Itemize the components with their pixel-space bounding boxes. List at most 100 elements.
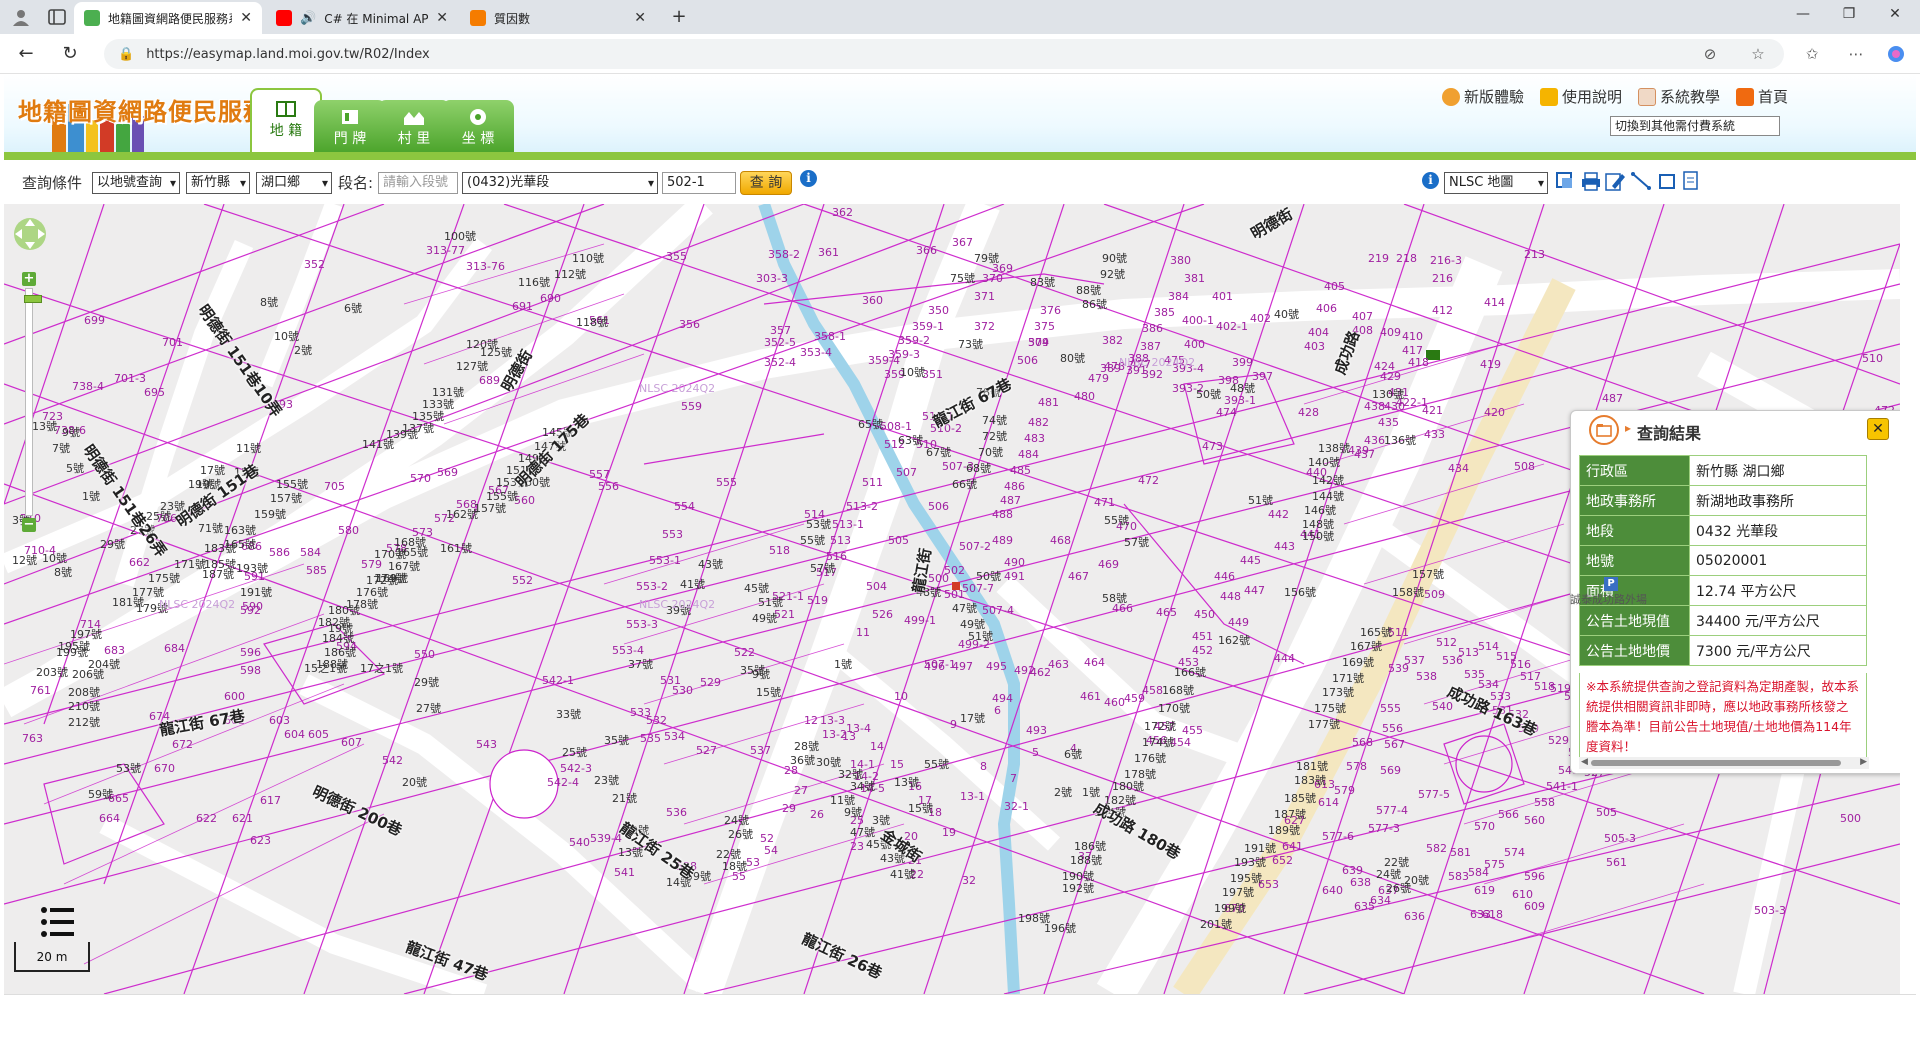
tab-land-registry[interactable]: 地 籍	[250, 88, 322, 152]
parcel-number: 582	[1426, 842, 1447, 855]
house-number: 203號	[36, 666, 68, 679]
house-number: 7號	[52, 442, 70, 455]
print-icon[interactable]	[1580, 170, 1602, 192]
link-tutorial[interactable]: 系統教學	[1637, 86, 1720, 107]
parcel-number: 400-1	[1182, 314, 1214, 327]
parcel-number: 495	[986, 660, 1007, 673]
house-number: 58號	[1102, 592, 1127, 605]
tab-csharp-article[interactable]: 🔊 C# 在 Minimal API 中使用 JW ✕	[266, 2, 458, 34]
header-links: 新版體驗 使用說明 系統教學 首頁	[1441, 86, 1788, 107]
favorites-icon[interactable]: ✩	[1802, 44, 1822, 64]
basemap-select[interactable]: NLSC 地圖	[1444, 172, 1548, 194]
tab-label: 村 里	[397, 131, 431, 147]
scrollbar-thumb[interactable]	[1591, 760, 1841, 766]
link-new-version[interactable]: 新版體驗	[1441, 86, 1524, 107]
query-mode-select[interactable]: 以地號查詢	[92, 172, 180, 194]
copilot-icon[interactable]	[1886, 44, 1906, 64]
cadastral-map[interactable]: 352 313-77 313-76 699 701 701-3 695 738-4 6 9 3 72 3…	[4, 204, 1900, 994]
restore-icon[interactable]: ❐	[1834, 6, 1864, 28]
close-result-button[interactable]: ✕	[1867, 418, 1889, 440]
parcel-number-input[interactable]: 502-1	[662, 172, 736, 194]
close-tab-icon[interactable]: ✕	[634, 10, 646, 26]
house-number: 172號	[1144, 720, 1176, 733]
scroll-left-icon[interactable]: ◀	[1581, 757, 1588, 767]
measure-area-icon[interactable]	[1656, 170, 1678, 192]
back-icon[interactable]: ←	[14, 42, 38, 66]
section-number-input[interactable]: 請輸入段號	[378, 172, 458, 194]
parcel-number: 406	[1316, 302, 1337, 315]
house-number: 13號	[894, 776, 919, 789]
legend-list-icon[interactable]	[38, 904, 78, 940]
close-tab-icon[interactable]: ✕	[436, 10, 448, 26]
scale-text: 20 m	[36, 950, 68, 964]
new-tab-icon[interactable]: +	[664, 6, 694, 28]
link-home[interactable]: 首頁	[1735, 86, 1788, 107]
zoom-out-button[interactable]: −	[22, 518, 36, 532]
measure-distance-icon[interactable]	[1630, 170, 1652, 192]
parcel-number: 386	[1142, 322, 1163, 335]
edit-icon[interactable]	[1604, 170, 1626, 192]
parcel-number: 574	[1504, 846, 1525, 859]
parcel-number: 472	[1138, 474, 1159, 487]
profile-icon[interactable]	[10, 6, 32, 28]
minimize-icon[interactable]: —	[1788, 6, 1818, 28]
close-window-icon[interactable]: ✕	[1880, 6, 1910, 28]
zoom-handle[interactable]	[24, 295, 42, 303]
tab-title: C# 在 Minimal API 中使用 JW	[324, 11, 429, 26]
house-number: 112號	[554, 268, 586, 281]
house-number: 86號	[1082, 298, 1107, 311]
parcel-number: 510	[1862, 352, 1883, 365]
tab-door-plate[interactable]: 門 牌	[314, 100, 386, 154]
zoom-slider[interactable]: + −	[22, 272, 42, 532]
parcel-number: 371	[974, 290, 995, 303]
paid-system-select[interactable]: 切換到其他需付費系統	[1610, 116, 1780, 136]
tab-actions-icon[interactable]	[46, 6, 68, 28]
parcel-number: 213	[1524, 248, 1545, 261]
village-icon	[404, 112, 424, 125]
basemap-info-icon[interactable]: i	[1422, 172, 1439, 189]
parcel-number: 469	[1098, 558, 1119, 571]
site-info-icon[interactable]: 🔒	[118, 47, 134, 62]
url-field[interactable]: 🔒 https://easymap.land.moi.gov.tw/R02/In…	[104, 39, 1784, 69]
parcel-number: 460	[1104, 696, 1125, 709]
tracking-icon[interactable]: ⊘	[1700, 44, 1720, 64]
house-number: 57號	[1124, 536, 1149, 549]
favorite-star-icon[interactable]: ☆	[1748, 44, 1768, 64]
county-select[interactable]: 新竹縣	[186, 172, 250, 194]
parcel-number: 484	[1018, 448, 1039, 461]
speaker-icon[interactable]: 🔊	[300, 11, 316, 26]
close-tab-icon[interactable]: ✕	[240, 10, 252, 26]
refresh-icon[interactable]: ↻	[58, 42, 82, 66]
parcel-number: 504	[866, 580, 887, 593]
query-button[interactable]: 查 詢	[740, 171, 792, 195]
scroll-right-icon[interactable]: ▶	[1860, 757, 1867, 767]
parcel-number: 467	[1068, 570, 1089, 583]
more-menu-icon[interactable]: ⋯	[1846, 44, 1866, 64]
pan-control-icon[interactable]	[12, 216, 48, 252]
home-icon	[1735, 87, 1754, 106]
parcel-number: 14	[870, 740, 884, 753]
parcel-number: 553-2	[636, 580, 668, 593]
layer-icon[interactable]	[1554, 170, 1576, 192]
tab-coordinate[interactable]: 坐 標	[442, 100, 514, 154]
zoom-track[interactable]	[24, 288, 42, 516]
query-info-icon[interactable]: i	[800, 170, 817, 187]
zoom-in-button[interactable]: +	[22, 272, 36, 286]
parcel-number: 607	[341, 736, 362, 749]
tab-prime-factor[interactable]: 質因數 ✕	[460, 2, 656, 34]
section-select[interactable]: (0432)光華段	[462, 172, 658, 194]
town-select[interactable]: 湖口鄉	[256, 172, 332, 194]
tab-village[interactable]: 村 里	[378, 100, 450, 154]
house-number: 51號	[968, 630, 993, 643]
parcel-number: 584	[300, 546, 321, 559]
house-number: 17號	[960, 712, 985, 725]
document-icon[interactable]	[1680, 170, 1702, 192]
horizontal-scrollbar[interactable]: ◀ ▶	[1579, 757, 1869, 769]
parcel-number: 603	[269, 714, 290, 727]
link-help[interactable]: 使用說明	[1539, 86, 1622, 107]
parcel-number: 585	[306, 564, 327, 577]
parking-lot-poi[interactable]: P 誠泰成功路外場	[1570, 576, 1647, 607]
tab-easymap[interactable]: 地籍圖資網路便民服務系統 ✕	[74, 2, 262, 34]
house-number: 34號	[850, 780, 875, 793]
house-number: 116號	[518, 276, 550, 289]
